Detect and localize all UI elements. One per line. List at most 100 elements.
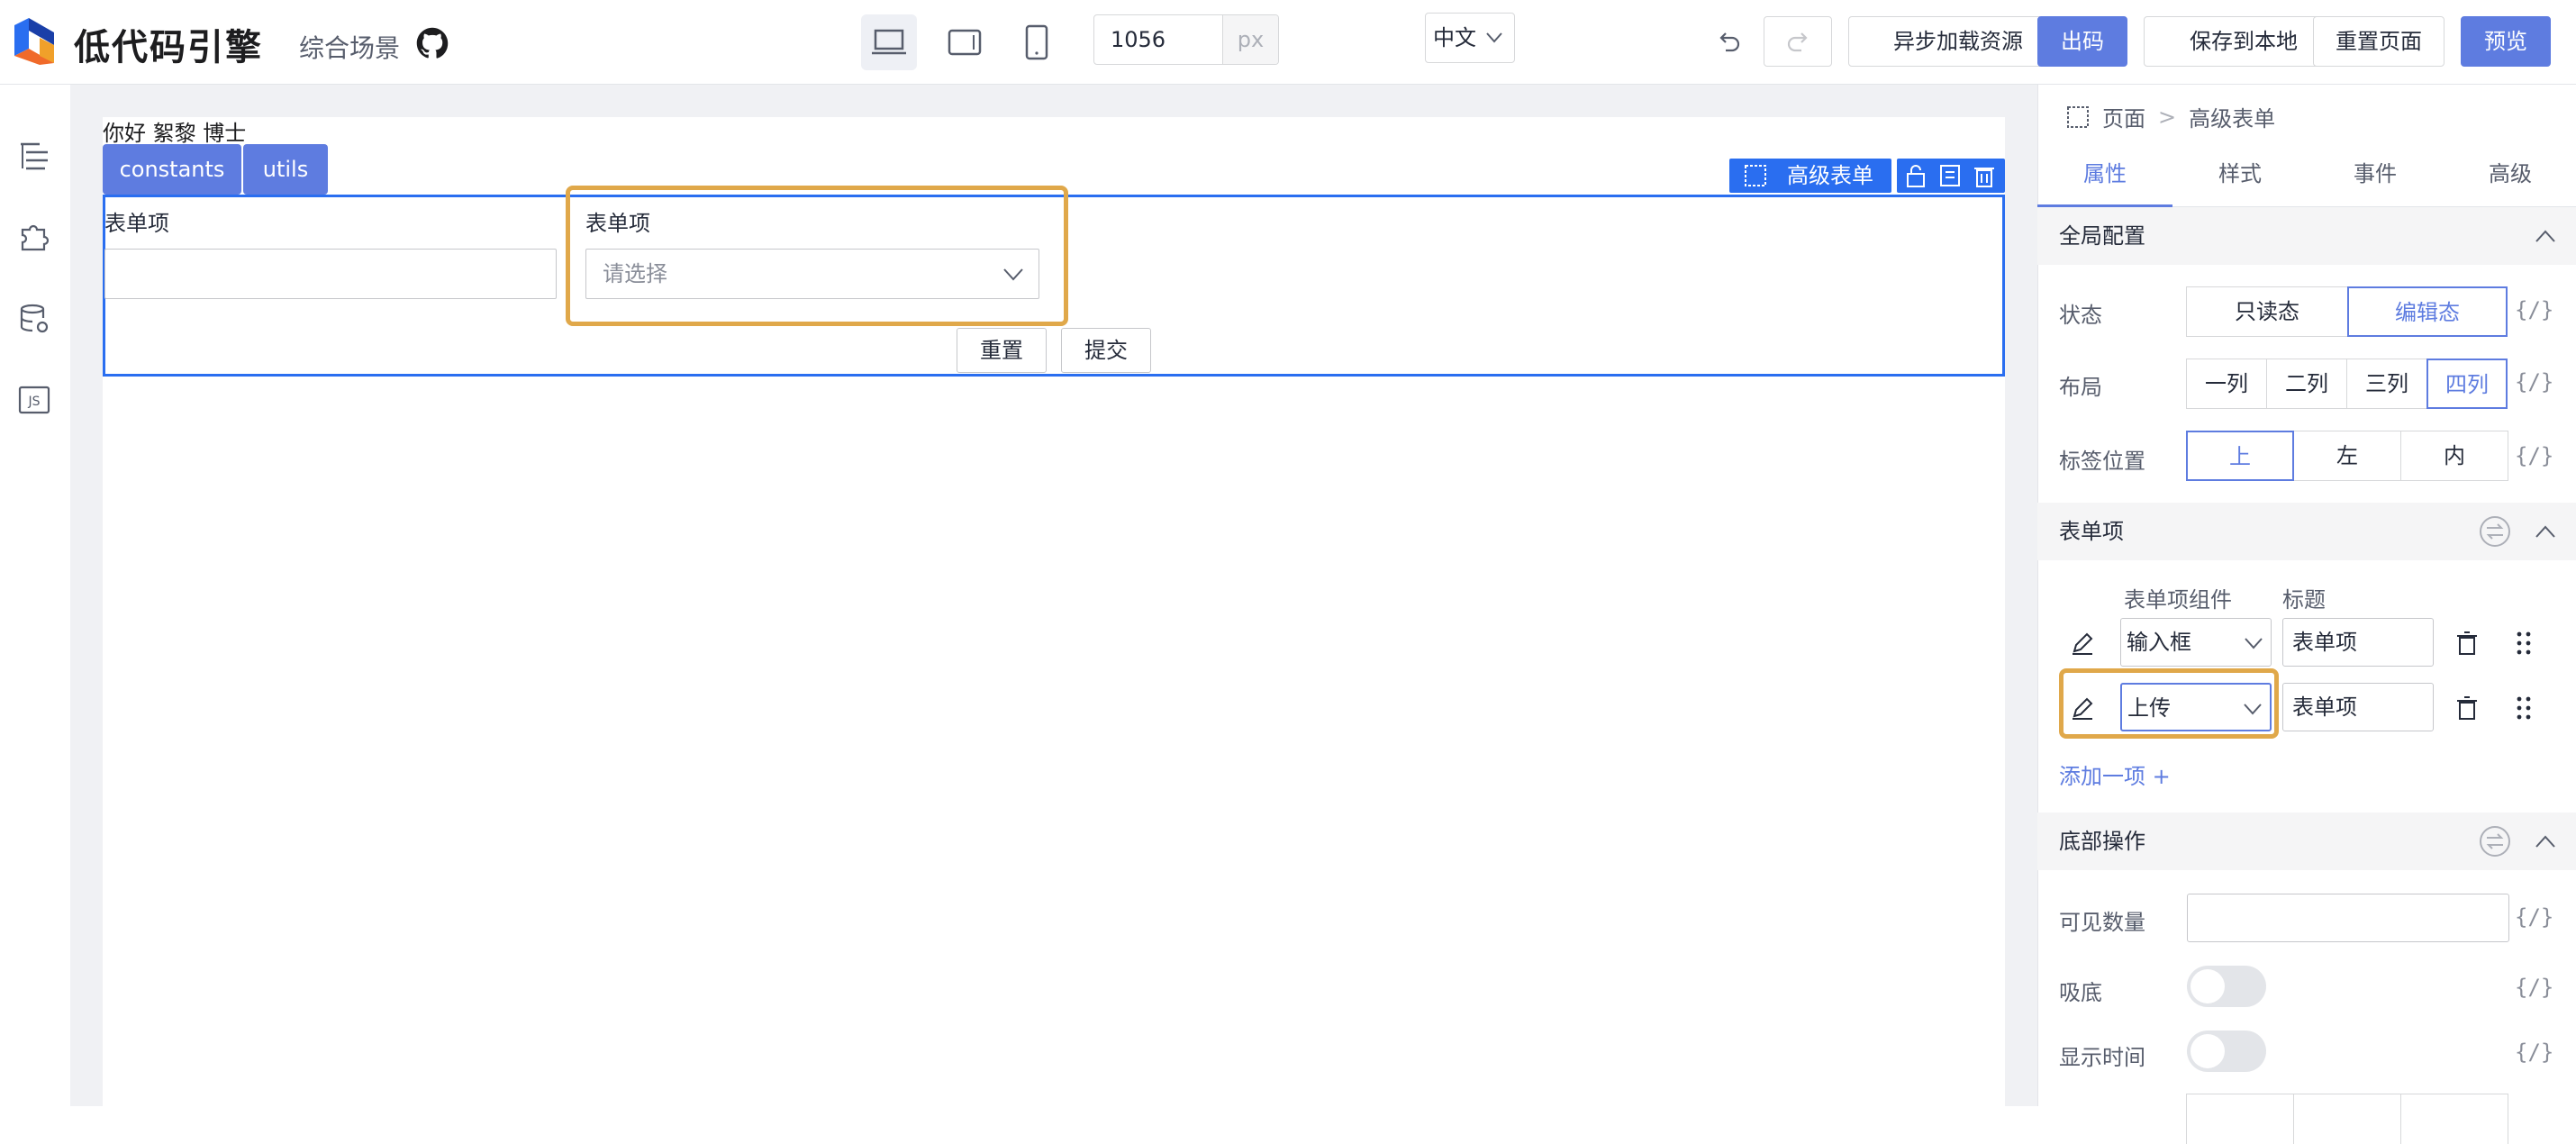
- highlight-box: [566, 186, 1068, 326]
- language-value: 中文: [1433, 25, 1476, 50]
- tab-properties[interactable]: 属性: [2037, 144, 2172, 207]
- status-label: 状态: [2059, 303, 2102, 328]
- trash-icon[interactable]: [2455, 695, 2479, 721]
- database-icon: [20, 304, 49, 333]
- item1-title-input[interactable]: 表单项: [2282, 618, 2434, 667]
- layout-four-col[interactable]: 四列: [2426, 359, 2508, 409]
- label-position-label: 标签位置: [2059, 449, 2145, 474]
- js-code-button[interactable]: JS: [9, 375, 59, 425]
- component-badge[interactable]: 高级表单: [1729, 159, 1891, 193]
- visible-count-input[interactable]: [2187, 894, 2509, 942]
- undo-icon: [1719, 32, 1740, 52]
- copy-icon[interactable]: [1938, 163, 1962, 188]
- component-actions: [1897, 159, 2005, 193]
- col-component-header: 表单项组件: [2124, 587, 2232, 613]
- drag-handle-icon[interactable]: [2515, 695, 2533, 721]
- item1-component-value: 输入框: [2127, 630, 2191, 655]
- mobile-view-button[interactable]: [1009, 14, 1065, 70]
- reset-page-button[interactable]: 重置页面: [2313, 16, 2444, 67]
- svg-text:JS: JS: [27, 395, 40, 409]
- next-row-option[interactable]: [2293, 1094, 2401, 1144]
- status-readonly[interactable]: 只读态: [2186, 286, 2348, 337]
- datasource-button[interactable]: [9, 294, 59, 344]
- tab-style[interactable]: 样式: [2172, 144, 2308, 207]
- tab-events[interactable]: 事件: [2308, 144, 2443, 207]
- form-submit-button[interactable]: 提交: [1061, 328, 1151, 373]
- component-library-button[interactable]: [9, 211, 59, 261]
- drag-handle-icon[interactable]: [2515, 631, 2533, 656]
- label-position-inner[interactable]: 内: [2400, 431, 2508, 481]
- greeting-text: 你好 絮黎 博士: [103, 121, 247, 146]
- top-toolbar: 低代码引擎 综合场景 1056 px 中文 异步加载资源 出码 保存到本地 重置…: [0, 0, 2576, 85]
- tablet-view-button[interactable]: [937, 14, 993, 70]
- section-global-config[interactable]: 全局配置: [2037, 207, 2576, 265]
- form-field1-label: 表单项: [104, 211, 169, 236]
- sticky-label: 吸底: [2059, 980, 2102, 1005]
- layout-three-col[interactable]: 三列: [2346, 359, 2427, 409]
- col-title-header: 标题: [2282, 587, 2326, 613]
- async-load-button[interactable]: 异步加载资源: [1848, 16, 2068, 67]
- label-position-expr[interactable]: {/}: [2515, 443, 2553, 468]
- output-code-button[interactable]: 出码: [2037, 16, 2127, 67]
- outline-tree-icon: [21, 142, 48, 170]
- visible-count-label: 可见数量: [2059, 910, 2145, 935]
- canvas-width-value[interactable]: 1056: [1094, 15, 1222, 64]
- page-icon: [2067, 105, 2089, 128]
- show-time-switch[interactable]: [2187, 1031, 2266, 1072]
- canvas-width-input[interactable]: 1056 px: [1093, 14, 1279, 65]
- scene-label[interactable]: 综合场景: [299, 29, 400, 65]
- section-bottom-actions[interactable]: 底部操作: [2037, 813, 2576, 870]
- layout-label: 布局: [2059, 375, 2102, 400]
- form-field1-input[interactable]: [104, 249, 557, 299]
- phone-icon: [1025, 24, 1048, 60]
- sticky-switch[interactable]: [2187, 966, 2266, 1007]
- utils-chip[interactable]: utils: [243, 144, 328, 195]
- status-edit[interactable]: 编辑态: [2347, 286, 2508, 337]
- chevron-down-icon: [1486, 32, 1502, 43]
- trash-icon[interactable]: [1973, 163, 1996, 188]
- component-badge-label: 高级表单: [1787, 163, 1873, 188]
- laptop-icon: [872, 29, 906, 55]
- chevron-down-icon: [2245, 638, 2263, 649]
- breadcrumb: 页面 > 高级表单: [2066, 101, 2275, 132]
- outline-tree-button[interactable]: [9, 130, 59, 180]
- desktop-view-button[interactable]: [861, 14, 917, 70]
- lock-icon[interactable]: [1904, 163, 1927, 188]
- add-item-link[interactable]: 添加一项 +: [2059, 758, 2171, 790]
- item-highlight-box: [2059, 668, 2279, 739]
- breadcrumb-page[interactable]: 页面: [2102, 101, 2145, 132]
- item2-title-input[interactable]: 表单项: [2282, 683, 2434, 731]
- preview-button[interactable]: 预览: [2461, 16, 2551, 67]
- next-row-option[interactable]: [2186, 1094, 2294, 1144]
- logo-icon: [14, 18, 54, 65]
- layout-expr[interactable]: {/}: [2515, 369, 2553, 395]
- layout-segmented: 一列 二列 三列 四列: [2186, 359, 2508, 409]
- sticky-expr[interactable]: {/}: [2515, 975, 2553, 1000]
- status-expr[interactable]: {/}: [2515, 297, 2553, 322]
- section-form-items[interactable]: 表单项: [2037, 503, 2576, 560]
- label-position-left[interactable]: 左: [2293, 431, 2401, 481]
- language-select[interactable]: 中文: [1425, 13, 1515, 63]
- form-reset-button[interactable]: 重置: [957, 328, 1047, 373]
- constants-chip[interactable]: constants: [103, 144, 241, 195]
- show-time-expr[interactable]: {/}: [2515, 1040, 2553, 1065]
- panel-tabs: 属性 样式 事件 高级: [2037, 144, 2576, 207]
- layout-one-col[interactable]: 一列: [2186, 359, 2267, 409]
- next-row-option[interactable]: [2400, 1094, 2508, 1144]
- breadcrumb-current: 高级表单: [2189, 106, 2276, 132]
- visible-count-expr[interactable]: {/}: [2515, 904, 2553, 930]
- undo-button[interactable]: [1711, 23, 1747, 59]
- swap-icon[interactable]: [2479, 515, 2511, 548]
- puzzle-icon: [21, 224, 50, 251]
- redo-button[interactable]: [1764, 16, 1832, 67]
- trash-icon[interactable]: [2455, 631, 2479, 656]
- edit-icon[interactable]: [2070, 631, 2095, 656]
- item1-component-select[interactable]: 输入框: [2120, 618, 2272, 667]
- layout-two-col[interactable]: 二列: [2266, 359, 2347, 409]
- github-icon[interactable]: [416, 27, 449, 59]
- label-position-top[interactable]: 上: [2186, 431, 2294, 481]
- next-row-segmented: [2186, 1094, 2508, 1144]
- tab-advanced[interactable]: 高级: [2443, 144, 2576, 207]
- breadcrumb-separator: >: [2158, 104, 2177, 130]
- swap-icon[interactable]: [2479, 825, 2511, 858]
